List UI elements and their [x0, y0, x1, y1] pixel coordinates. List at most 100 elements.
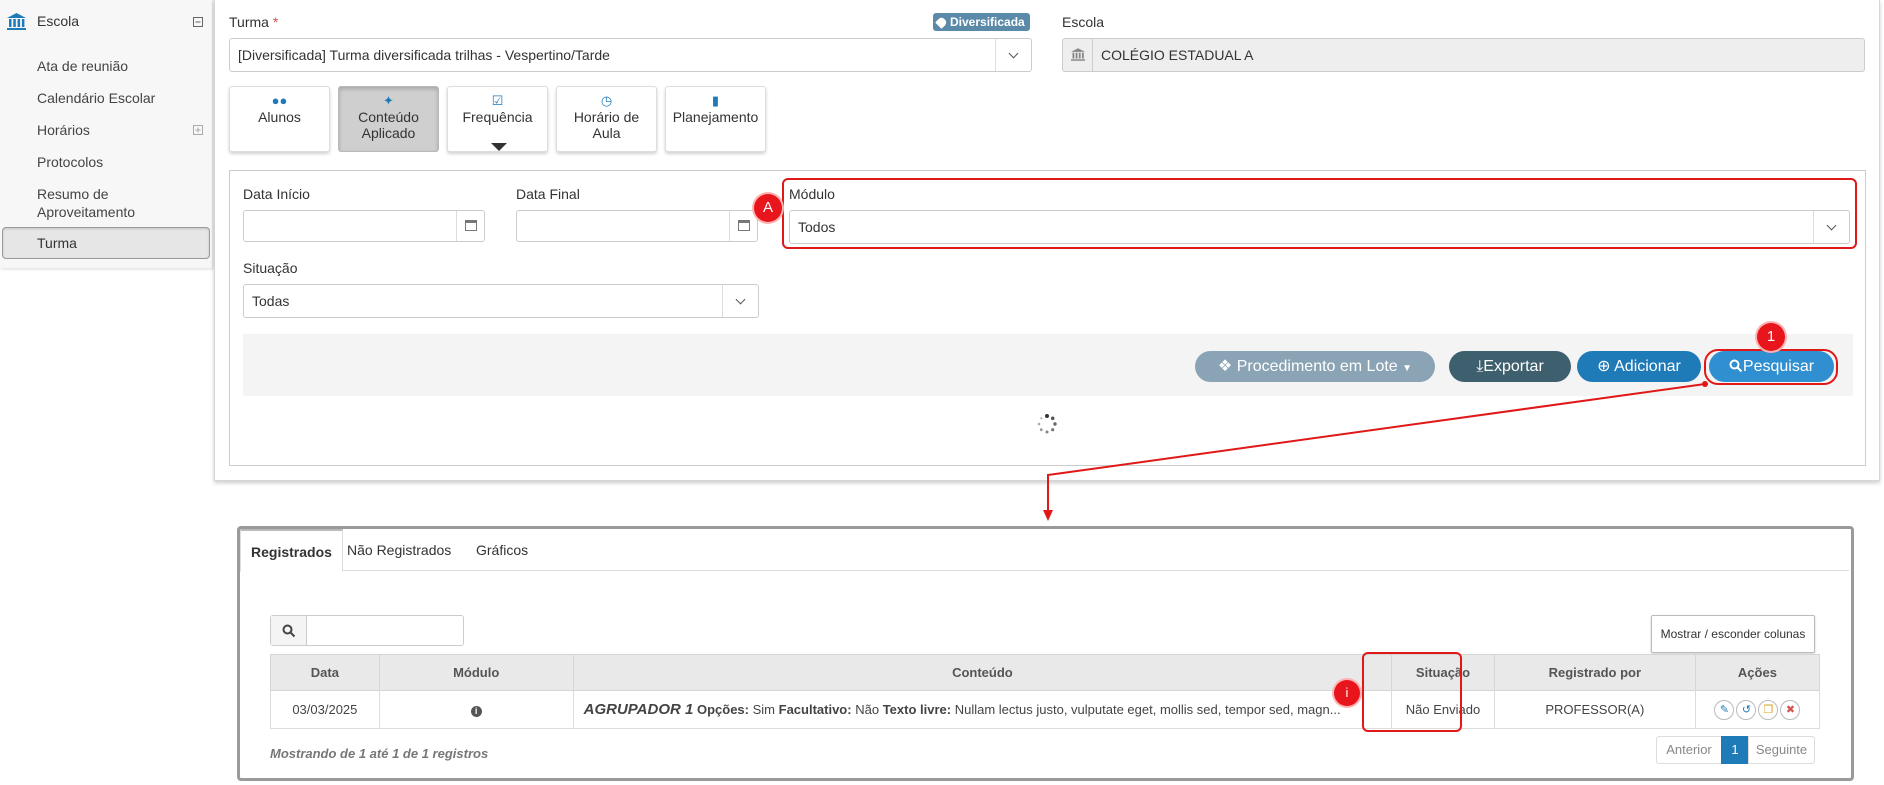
table-row[interactable]: 03/03/2025 i AGRUPADOR 1 Opções: Sim Fac… [270, 690, 1821, 729]
cell-data: 03/03/2025 [270, 690, 380, 729]
plus-circle-icon: ⊕ [1597, 358, 1611, 375]
table-search-input[interactable] [308, 616, 462, 645]
table-search [270, 615, 464, 646]
sidebar-header[interactable]: Escola [0, 0, 213, 44]
tab-nao-registrados[interactable]: Não Registrados [337, 529, 461, 571]
tile-conteudo-line2: Aplicado [361, 125, 416, 141]
cell-modulo: i [378, 690, 574, 729]
situacao-select-value: Todas [252, 293, 290, 309]
calendar-icon[interactable] [729, 211, 757, 241]
tile-conteudo-line1: Conteúdo [358, 109, 419, 125]
magic-wand-icon: ✦ [383, 93, 394, 108]
table-header-row: Data Módulo Conteúdo Situação Registrado… [270, 654, 1821, 691]
escola-label: Escola [1062, 14, 1105, 30]
col-header-acoes: Ações [1694, 654, 1821, 691]
cell-conteudo: AGRUPADOR 1 Opções: Sim Facultativo: Não… [572, 690, 1393, 729]
exportar-button[interactable]: ⤓Exportar [1449, 351, 1571, 382]
modulo-highlight-box [782, 178, 1857, 249]
sidebar-item-calendario-escolar[interactable]: Calendário Escolar [37, 89, 155, 107]
sidebar: Escola Ata de reunião Calendário Escolar… [0, 0, 213, 268]
chevron-down-icon[interactable] [995, 39, 1031, 71]
data-final-input[interactable] [516, 210, 758, 242]
data-inicio-label: Data Início [243, 186, 310, 202]
col-header-modulo[interactable]: Módulo [378, 654, 574, 691]
required-mark: * [272, 14, 279, 30]
annotation-1: 1 [1757, 323, 1785, 351]
bank-icon [1071, 48, 1085, 61]
col-header-registrado-por[interactable]: Registrado por [1493, 654, 1696, 691]
diversificada-badge-text: Diversificada [950, 15, 1025, 29]
col-header-data[interactable]: Data [270, 654, 380, 691]
clock-icon: ◷ [600, 93, 613, 108]
tag-icon [935, 16, 948, 29]
tile-horario-line2: Aula [592, 125, 621, 141]
tile-alunos[interactable]: ●● Alunos [229, 86, 330, 152]
annotation-i: i [1334, 680, 1360, 706]
pager-prev[interactable]: Anterior [1656, 736, 1722, 764]
copy-icon[interactable]: ❐ [1758, 699, 1779, 720]
turma-label: Turma * [229, 14, 278, 30]
tile-planejamento[interactable]: ▮ Planejamento [665, 86, 766, 152]
chevron-down-icon[interactable] [722, 285, 758, 317]
turma-select[interactable]: [Diversificada] Turma diversificada tril… [229, 38, 1032, 72]
escola-value: COLÉGIO ESTADUAL A [1101, 47, 1254, 63]
conteudo-facultativo-label: Facultativo: [778, 702, 852, 717]
pesquisar-highlight-box [1704, 349, 1838, 385]
tile-frequencia-label: Frequência [462, 109, 533, 125]
sidebar-item-resumo-de-aproveitamento[interactable]: Resumo de Aproveitamento [37, 185, 157, 221]
cubes-icon: ❖ [1217, 358, 1233, 375]
plus-square-icon[interactable] [193, 125, 203, 135]
turma-select-value: [Diversificada] Turma diversificada tril… [238, 47, 610, 63]
escola-field: COLÉGIO ESTADUAL A [1062, 38, 1865, 72]
conteudo-group: AGRUPADOR 1 [583, 701, 694, 718]
adicionar-label: Adicionar [1614, 358, 1681, 375]
tile-frequencia[interactable]: ☑ Frequência [447, 86, 548, 152]
tile-alunos-label: Alunos [258, 109, 301, 125]
situacao-highlight-box [1362, 652, 1462, 732]
caret-down-icon [491, 143, 507, 151]
tile-horario-de-aula[interactable]: ◷ Horário de Aula [556, 86, 657, 152]
sidebar-item-horarios[interactable]: Horários [37, 121, 90, 139]
tile-horario-line1: Horário de [573, 109, 640, 125]
calendar-icon[interactable] [456, 211, 484, 241]
situacao-label: Situação [243, 260, 298, 276]
checkbox-icon: ☑ [491, 93, 504, 108]
diversificada-badge: Diversificada [933, 13, 1030, 31]
tile-conteudo-aplicado[interactable]: ✦ Conteúdo Aplicado [338, 86, 439, 152]
edit-icon[interactable]: ✎ [1714, 699, 1735, 720]
sidebar-item-ata-de-reuniao[interactable]: Ata de reunião [37, 57, 128, 75]
adicionar-button[interactable]: ⊕ Adicionar [1577, 351, 1701, 382]
results-tabbar: Registrados Não Registrados Gráficos [240, 529, 1849, 572]
data-inicio-input[interactable] [243, 210, 485, 242]
results-table: Data Módulo Conteúdo Situação Registrado… [270, 654, 1821, 729]
minus-square-icon[interactable] [193, 17, 203, 27]
pager-next[interactable]: Seguinte [1748, 736, 1815, 764]
info-icon[interactable]: i [470, 706, 482, 717]
tab-graficos[interactable]: Gráficos [466, 529, 538, 571]
sidebar-item-turma: Turma [37, 235, 77, 251]
conteudo-opcoes: Sim [752, 702, 775, 717]
tile-planejamento-label: Planejamento [672, 109, 759, 125]
situacao-select[interactable]: Todas [243, 284, 759, 318]
caret-down-icon: ▼ [1402, 363, 1413, 374]
procedimento-em-lote-button[interactable]: ❖ Procedimento em Lote ▼ [1195, 351, 1435, 382]
tab-registrados[interactable]: Registrados [240, 529, 343, 572]
sidebar-item-turma-selected[interactable]: Turma [2, 227, 210, 259]
search-icon [282, 624, 296, 638]
conteudo-opcoes-label: Opções: [696, 702, 749, 717]
sidebar-title: Escola [37, 13, 80, 29]
history-icon[interactable]: ↺ [1736, 699, 1757, 720]
book-icon: ▮ [711, 93, 720, 108]
sidebar-item-protocolos[interactable]: Protocolos [37, 153, 103, 171]
trash-icon[interactable]: ✖ [1780, 699, 1801, 720]
pager-page-1[interactable]: 1 [1721, 736, 1749, 764]
loading-spinner-icon [1037, 414, 1057, 434]
cell-acoes: ✎ ↺ ❐ ✖ [1694, 690, 1821, 729]
conteudo-texto: Nullam lectus justo, vulputate eget, mol… [954, 702, 1341, 717]
bank-icon [7, 13, 26, 30]
toggle-columns-button[interactable]: Mostrar / esconder colunas [1651, 615, 1815, 653]
col-header-conteudo[interactable]: Conteúdo [572, 654, 1393, 691]
conteudo-texto-label: Texto livre: [882, 702, 952, 717]
search-icon-box [271, 616, 307, 645]
escola-icon-box [1063, 39, 1093, 71]
